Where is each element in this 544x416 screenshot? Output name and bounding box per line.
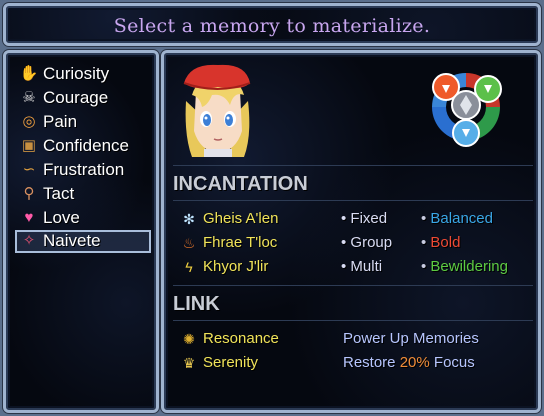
serenity-icon: ♛ <box>182 355 196 371</box>
memory-item-confidence[interactable]: ▣ Confidence <box>15 135 151 158</box>
memory-item-naivete[interactable]: ✧ Naivete <box>15 230 151 253</box>
memory-label: Confidence <box>43 136 130 155</box>
memory-label: Frustration <box>43 160 125 179</box>
memory-item-pain[interactable]: ◎ Pain <box>15 111 151 134</box>
confidence-icon: ▣ <box>21 137 37 154</box>
memory-item-curiosity[interactable]: ✋ Curiosity <box>15 63 151 86</box>
divider <box>173 285 533 286</box>
tact-icon: ⚲ <box>23 185 35 202</box>
link-name: Resonance <box>203 330 279 347</box>
naivete-icon: ✧ <box>22 232 36 249</box>
divider <box>173 320 533 321</box>
link-row: ♛ Serenity Restore 20% Focus <box>173 352 533 374</box>
memory-detail-window: INCANTATION ✻ Gheis A'len • Fixed • Bala… <box>161 50 541 413</box>
ice-crystal-icon: ✻ <box>183 211 195 227</box>
memory-label: Curiosity <box>43 64 110 83</box>
incantation-row: ✻ Gheis A'len • Fixed • Balanced <box>173 208 533 230</box>
incantation-effect: • Bold <box>421 234 461 251</box>
memory-label: Tact <box>43 184 75 203</box>
frustration-icon: ∽ <box>22 161 36 178</box>
link-description: Power Up Memories <box>343 330 479 347</box>
character-portrait <box>183 64 251 157</box>
element-wheel-icon <box>432 73 502 147</box>
memory-label: Courage <box>43 88 109 107</box>
resonance-icon: ✺ <box>183 331 195 347</box>
memory-item-tact[interactable]: ⚲ Tact <box>15 183 151 206</box>
link-row: ✺ Resonance Power Up Memories <box>173 328 533 350</box>
link-name: Serenity <box>203 354 259 371</box>
incantation-name: Khyor J'lir <box>203 258 269 275</box>
link-header: LINK <box>173 293 220 315</box>
lightning-icon: ϟ <box>185 259 193 275</box>
memory-label: Love <box>43 208 80 227</box>
memory-item-love[interactable]: ♥ Love <box>15 207 151 230</box>
curiosity-icon: ✋ <box>19 65 39 82</box>
memory-label: Pain <box>43 112 78 131</box>
incantation-header: INCANTATION <box>173 173 308 195</box>
fire-icon: ♨ <box>182 235 196 251</box>
memory-item-courage[interactable]: ☠ Courage <box>15 87 151 110</box>
incantation-row: ♨ Fhrae T'loc • Group • Bold <box>173 232 533 254</box>
help-text: Select a memory to materialize. <box>113 15 431 37</box>
incantation-effect: • Bewildering <box>421 258 508 275</box>
divider <box>173 165 533 166</box>
incantation-effect: • Balanced <box>421 210 493 227</box>
memory-list-window: ✋ Curiosity ☠ Courage ◎ Pain ▣ Confidenc… <box>3 50 159 413</box>
link-description: Restore 20% Focus <box>343 354 475 371</box>
incantation-type: • Fixed <box>341 210 388 227</box>
memory-item-frustration[interactable]: ∽ Frustration <box>15 159 151 182</box>
incantation-name: Fhrae T'loc <box>203 234 278 251</box>
incantation-row: ϟ Khyor J'lir • Multi • Bewildering <box>173 256 533 278</box>
incantation-type: • Multi <box>341 258 383 275</box>
divider <box>173 200 533 201</box>
love-icon: ♥ <box>24 209 34 226</box>
memory-label: Naivete <box>43 231 101 250</box>
courage-icon: ☠ <box>22 89 36 106</box>
help-window: Select a memory to materialize. <box>3 3 541 46</box>
incantation-type: • Group <box>341 234 393 251</box>
incantation-name: Gheis A'len <box>203 210 279 227</box>
pain-icon: ◎ <box>22 113 36 130</box>
